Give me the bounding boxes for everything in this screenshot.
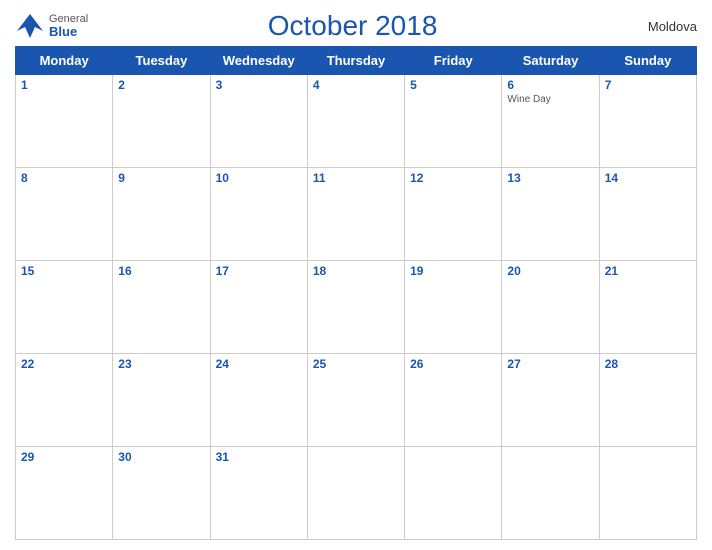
calendar-cell: 4 (307, 75, 404, 168)
calendar-cell: 20 (502, 261, 599, 354)
day-number: 16 (118, 264, 204, 278)
calendar-cell: 19 (405, 261, 502, 354)
logo-text: General Blue (49, 13, 88, 39)
calendar-cell: 6 Wine Day (502, 75, 599, 168)
calendar-cell: 16 (113, 261, 210, 354)
day-number: 2 (118, 78, 204, 92)
day-number: 14 (605, 171, 691, 185)
calendar-cell: 10 (210, 168, 307, 261)
day-number: 18 (313, 264, 399, 278)
country-label: Moldova (617, 19, 697, 34)
weekday-header-thursday: Thursday (307, 47, 404, 75)
day-number: 8 (21, 171, 107, 185)
calendar-cell (502, 447, 599, 540)
calendar-cell: 9 (113, 168, 210, 261)
day-number: 10 (216, 171, 302, 185)
day-number: 12 (410, 171, 496, 185)
calendar-cell: 22 (16, 354, 113, 447)
day-number: 21 (605, 264, 691, 278)
logo-bird-icon (15, 11, 45, 41)
weekday-header-monday: Monday (16, 47, 113, 75)
day-number: 7 (605, 78, 691, 92)
calendar-cell: 28 (599, 354, 696, 447)
calendar-cell: 25 (307, 354, 404, 447)
calendar-cell: 26 (405, 354, 502, 447)
calendar-cell: 30 (113, 447, 210, 540)
day-number: 1 (21, 78, 107, 92)
weekday-header-wednesday: Wednesday (210, 47, 307, 75)
day-number: 31 (216, 450, 302, 464)
calendar-cell: 5 (405, 75, 502, 168)
day-number: 22 (21, 357, 107, 371)
calendar-cell: 17 (210, 261, 307, 354)
day-number: 5 (410, 78, 496, 92)
calendar-cell: 1 (16, 75, 113, 168)
day-number: 20 (507, 264, 593, 278)
day-number: 29 (21, 450, 107, 464)
calendar-cell: 29 (16, 447, 113, 540)
calendar-cell (599, 447, 696, 540)
day-number: 19 (410, 264, 496, 278)
day-number: 24 (216, 357, 302, 371)
day-number: 23 (118, 357, 204, 371)
day-number: 9 (118, 171, 204, 185)
calendar-header: General Blue October 2018 Moldova (15, 10, 697, 42)
calendar-cell: 14 (599, 168, 696, 261)
weekday-header-saturday: Saturday (502, 47, 599, 75)
calendar-week-5: 29 30 31 (16, 447, 697, 540)
calendar-cell: 13 (502, 168, 599, 261)
logo-blue-text: Blue (49, 25, 88, 39)
day-number: 27 (507, 357, 593, 371)
calendar-cell: 7 (599, 75, 696, 168)
calendar-body: 123456Wine Day78910111213141516171819202… (16, 75, 697, 540)
day-number: 6 (507, 78, 593, 92)
calendar-cell: 24 (210, 354, 307, 447)
holiday-name: Wine Day (507, 94, 593, 105)
weekday-header-row: MondayTuesdayWednesdayThursdayFridaySatu… (16, 47, 697, 75)
weekday-header-sunday: Sunday (599, 47, 696, 75)
weekday-header-friday: Friday (405, 47, 502, 75)
calendar-cell (307, 447, 404, 540)
calendar-week-1: 123456 Wine Day 7 (16, 75, 697, 168)
calendar-cell: 11 (307, 168, 404, 261)
day-number: 13 (507, 171, 593, 185)
day-number: 17 (216, 264, 302, 278)
calendar-cell (405, 447, 502, 540)
calendar-cell: 18 (307, 261, 404, 354)
logo: General Blue (15, 11, 88, 41)
day-number: 26 (410, 357, 496, 371)
calendar-cell: 31 (210, 447, 307, 540)
month-title: October 2018 (88, 10, 617, 42)
calendar-cell: 15 (16, 261, 113, 354)
weekday-header-tuesday: Tuesday (113, 47, 210, 75)
day-number: 3 (216, 78, 302, 92)
day-number: 11 (313, 171, 399, 185)
calendar-cell: 8 (16, 168, 113, 261)
calendar-cell: 21 (599, 261, 696, 354)
calendar-cell: 3 (210, 75, 307, 168)
calendar-cell: 2 (113, 75, 210, 168)
calendar-week-3: 15 16 17 18 19 20 21 (16, 261, 697, 354)
calendar-table: MondayTuesdayWednesdayThursdayFridaySatu… (15, 46, 697, 540)
calendar-week-4: 22 23 24 25 26 27 28 (16, 354, 697, 447)
calendar-cell: 12 (405, 168, 502, 261)
day-number: 25 (313, 357, 399, 371)
day-number: 28 (605, 357, 691, 371)
day-number: 4 (313, 78, 399, 92)
calendar-cell: 23 (113, 354, 210, 447)
day-number: 30 (118, 450, 204, 464)
calendar-week-2: 89 10 11 12 13 14 (16, 168, 697, 261)
day-number: 15 (21, 264, 107, 278)
calendar-cell: 27 (502, 354, 599, 447)
